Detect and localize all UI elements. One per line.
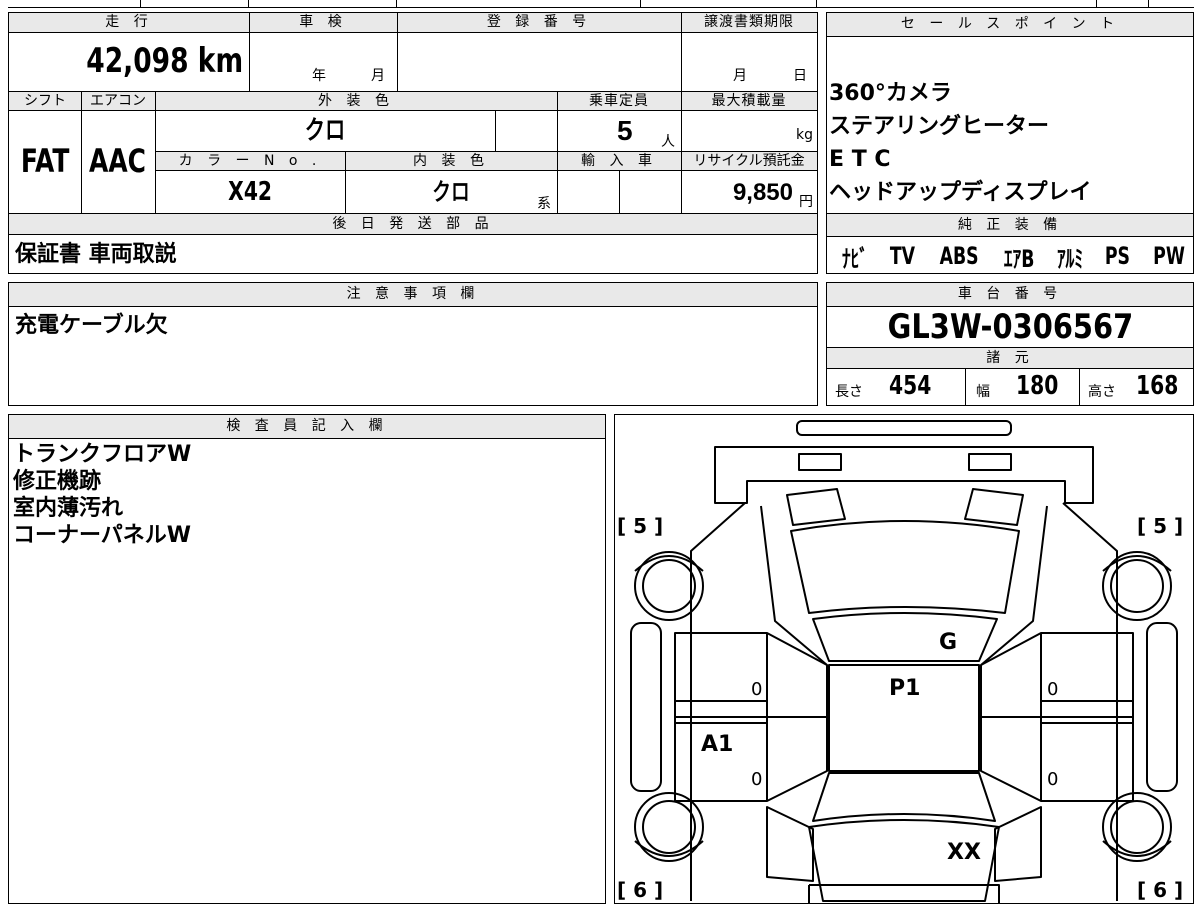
interior-color-header: 内 装 色 <box>345 151 557 171</box>
damage-mark-a1: A1 <box>701 732 733 757</box>
spec-width: 幅 180 <box>965 369 1079 405</box>
door-mark: 0 <box>751 679 762 700</box>
inspector-header: 検 査 員 記 入 欄 <box>9 415 605 439</box>
capacity-header: 乗車定員 <box>557 91 681 111</box>
inspection-month-unit: 月 <box>371 68 385 84</box>
registration-header: 登 録 番 号 <box>397 13 681 33</box>
inspector-line: 室内薄汚れ <box>13 496 124 521</box>
sales-points-header: セ ー ル ス ポ イ ン ト <box>827 13 1193 37</box>
sales-points-section: セ ー ル ス ポ イ ン ト 360°カメラ ステアリングヒーター E T C… <box>826 12 1194 274</box>
equipment-item: TV <box>889 242 915 270</box>
equipment-item: PW <box>1153 242 1185 270</box>
aircon-header: エアコン <box>81 91 155 111</box>
inspector-line: トランクフロアW <box>13 442 192 467</box>
sales-points-list: 360°カメラ ステアリングヒーター E T C ヘッドアップディスプレイ <box>829 77 1091 209</box>
tire-tread-rear-left: [ 6 ] <box>617 878 663 902</box>
exterior-color-value: クロ <box>304 116 346 146</box>
spec-height: 高さ 168 <box>1079 369 1193 405</box>
notes-text: 充電ケーブル欠 <box>15 313 168 338</box>
inspection-year-unit: 年 <box>312 68 326 84</box>
notes-header: 注 意 事 項 欄 <box>9 283 817 307</box>
equipment-item: ｴｱB <box>1003 244 1035 273</box>
damage-mark-p1: P1 <box>889 676 920 701</box>
sales-point-item: E T C <box>829 147 891 172</box>
aircon-value: AAC <box>89 142 147 180</box>
chassis-header: 車 台 番 号 <box>827 283 1193 307</box>
sales-point-item: 360°カメラ <box>829 81 952 106</box>
equipment-item: PS <box>1104 242 1131 270</box>
inspector-section: 検 査 員 記 入 欄 トランクフロアW 修正機跡 室内薄汚れ コーナーパネルW <box>8 414 606 904</box>
import-header: 輸 入 車 <box>557 151 681 171</box>
spec-length: 長さ 454 <box>835 371 932 401</box>
deadline-month-unit: 月 <box>733 68 747 84</box>
deadline-day-unit: 日 <box>793 68 807 84</box>
inspector-lines: トランクフロアW 修正機跡 室内薄汚れ コーナーパネルW <box>13 441 191 549</box>
door-mark: 0 <box>1047 769 1058 790</box>
capacity-value: 5 人 <box>617 115 675 150</box>
damage-mark-xx: XX <box>947 840 981 865</box>
equipment-item: ABS <box>939 242 979 270</box>
sales-point-item: ステアリングヒーター <box>829 114 1050 139</box>
vehicle-info-grid: 走 行 車 検 登 録 番 号 譲渡書類期限 42,098 km 年 月 月 日… <box>8 12 818 274</box>
mileage-header: 走 行 <box>9 13 249 33</box>
deadline-header: 譲渡書類期限 <box>681 13 817 33</box>
tire-tread-rear-right: [ 6 ] <box>1137 878 1183 902</box>
exterior-color-header: 外 装 色 <box>155 91 557 111</box>
equipment-list: ﾅﾋﾞ TV ABS ｴｱB ｱﾙﾐ PS PW <box>837 239 1191 273</box>
max-load-value: kg <box>796 127 813 143</box>
notes-section: 注 意 事 項 欄 充電ケーブル欠 <box>8 282 818 406</box>
specs-header: 諸 元 <box>827 347 1193 369</box>
damage-mark-g: G <box>939 630 957 655</box>
chassis-section: 車 台 番 号 GL3W-0306567 諸 元 長さ 454 幅 180 高さ… <box>826 282 1194 406</box>
sales-point-item: ヘッドアップディスプレイ <box>829 180 1092 205</box>
top-edge-strip <box>8 0 1194 8</box>
color-no-value: X42 <box>228 177 272 207</box>
equipment-item: ﾅﾋﾞ <box>842 244 868 273</box>
later-parts-value: 保証書 車両取説 <box>15 242 177 267</box>
inspector-line: 修正機跡 <box>13 469 102 494</box>
chassis-number: GL3W-0306567 <box>887 307 1133 347</box>
color-no-header: カ ラ ー N o . <box>155 151 345 171</box>
equipment-header: 純 正 装 備 <box>827 213 1193 237</box>
inspector-line: コーナーパネルW <box>13 523 192 548</box>
interior-color-value: クロ 系 <box>432 178 551 212</box>
recycle-value: 9,850 円 <box>732 179 813 210</box>
vehicle-diagram: [ 5 ] [ 5 ] [ 6 ] [ 6 ] G P1 A1 XX 0 0 0… <box>614 414 1194 904</box>
shift-header: シフト <box>9 91 81 111</box>
max-load-header: 最大積載量 <box>681 91 817 111</box>
tire-tread-front-right: [ 5 ] <box>1137 514 1183 538</box>
equipment-item: ｱﾙﾐ <box>1057 244 1084 273</box>
door-mark: 0 <box>751 769 762 790</box>
inspection-header: 車 検 <box>249 13 397 33</box>
shift-value: FAT <box>20 142 70 180</box>
door-mark: 0 <box>1047 679 1058 700</box>
later-parts-header: 後 日 発 送 部 品 <box>9 213 817 235</box>
car-outline-svg: [ 5 ] [ 5 ] [ 6 ] [ 6 ] G P1 A1 XX 0 0 0… <box>617 420 1183 903</box>
mileage-value: 42,098 km <box>86 41 243 81</box>
tire-tread-front-left: [ 5 ] <box>617 514 663 538</box>
recycle-header: リサイクル預託金 <box>681 151 817 171</box>
